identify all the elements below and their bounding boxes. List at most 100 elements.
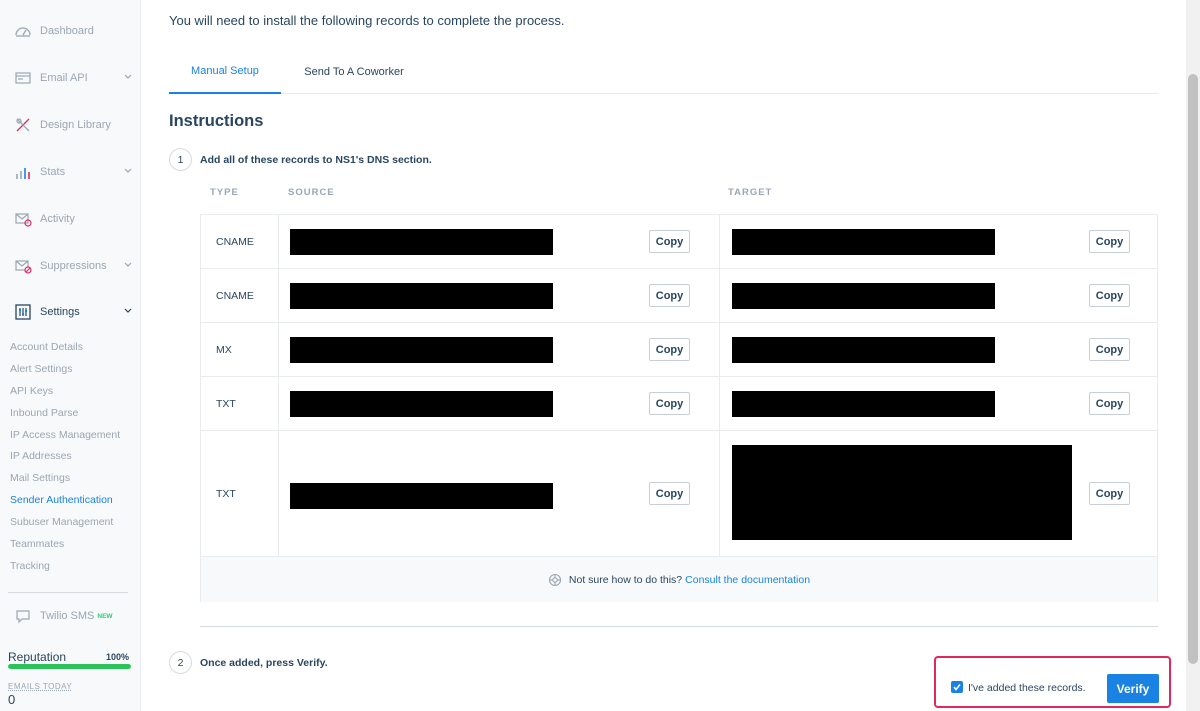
redacted-source	[290, 229, 553, 255]
redacted-source	[290, 483, 553, 509]
table-row: MX Copy Copy	[201, 323, 1157, 377]
sidebar: Dashboard Email API Design Library Stats…	[0, 0, 141, 711]
record-type: CNAME	[201, 215, 279, 268]
column-header-target: TARGET	[728, 187, 773, 198]
scrollbar-thumb[interactable]	[1188, 74, 1198, 664]
nav-label: Email API	[40, 72, 88, 84]
help-text: Not sure how to do this?	[568, 573, 683, 586]
copy-target-button[interactable]: Copy	[1089, 338, 1130, 361]
nav-dashboard[interactable]: Dashboard	[0, 16, 141, 46]
table-row: TXT Copy Copy	[201, 431, 1157, 557]
settings-item-subuser-management[interactable]: Subuser Management	[10, 516, 113, 528]
settings-item-tracking[interactable]: Tracking	[10, 560, 50, 572]
intro-text: You will need to install the following r…	[169, 13, 565, 28]
scrollbar[interactable]	[1186, 0, 1200, 711]
step-number: 2	[169, 651, 192, 674]
settings-item-ip-addresses[interactable]: IP Addresses	[10, 450, 72, 462]
chat-icon	[14, 607, 32, 625]
column-divider	[719, 269, 720, 322]
record-type: TXT	[201, 431, 279, 556]
dashboard-icon	[14, 22, 32, 40]
column-header-source: SOURCE	[288, 187, 335, 198]
settings-item-sender-authentication[interactable]: Sender Authentication	[10, 494, 113, 506]
column-divider	[719, 323, 720, 376]
emails-today-count: 0	[8, 692, 16, 707]
tab-manual-setup[interactable]: Manual Setup	[169, 50, 281, 94]
chevron-down-icon	[124, 262, 132, 267]
column-header-type: TYPE	[210, 187, 239, 198]
section-divider	[200, 626, 1158, 627]
settings-item-alert-settings[interactable]: Alert Settings	[10, 363, 72, 375]
email-api-icon	[14, 69, 32, 87]
design-library-icon	[14, 116, 32, 134]
table-row: CNAME Copy Copy	[201, 269, 1157, 323]
redacted-target	[732, 391, 995, 417]
stats-icon	[14, 163, 32, 181]
emails-today-label: EMAILS TODAY	[8, 682, 73, 691]
nav-settings[interactable]: Settings	[0, 297, 141, 327]
chevron-down-icon	[124, 308, 132, 313]
record-type: TXT	[201, 377, 279, 430]
chevron-down-icon	[124, 74, 132, 79]
confirm-checkbox-label[interactable]: I've added these records.	[968, 682, 1086, 694]
copy-target-button[interactable]: Copy	[1089, 230, 1130, 253]
copy-target-button[interactable]: Copy	[1089, 482, 1130, 505]
confirm-checkbox[interactable]	[951, 681, 963, 693]
table-row: CNAME Copy Copy	[201, 215, 1157, 269]
copy-source-button[interactable]: Copy	[649, 284, 690, 307]
copy-source-button[interactable]: Copy	[649, 338, 690, 361]
nav-label: Design Library	[40, 119, 111, 131]
settings-item-inbound-parse[interactable]: Inbound Parse	[10, 407, 78, 419]
chevron-down-icon	[124, 168, 132, 173]
reputation-label: Reputation	[8, 650, 67, 664]
nav-label: Activity	[40, 213, 75, 225]
nav-twilio-sms[interactable]: Twilio SMS NEW	[0, 601, 141, 631]
copy-source-button[interactable]: Copy	[649, 230, 690, 253]
reputation-bar-fill	[8, 664, 131, 669]
redacted-target	[732, 445, 1072, 540]
new-badge: NEW	[97, 612, 113, 620]
column-divider	[719, 215, 720, 268]
nav-activity[interactable]: Activity	[0, 204, 141, 234]
nav-label: Stats	[40, 166, 66, 178]
settings-item-mail-settings[interactable]: Mail Settings	[10, 472, 70, 484]
checkmark-icon	[953, 684, 961, 691]
reputation-percent: 100%	[106, 652, 130, 662]
redacted-source	[290, 391, 553, 417]
nav-stats[interactable]: Stats	[0, 157, 141, 187]
redacted-target	[732, 229, 995, 255]
settings-item-ip-access-management[interactable]: IP Access Management	[10, 429, 120, 441]
nav-label: Dashboard	[40, 25, 94, 37]
tab-bar: Manual Setup Send To A Coworker	[169, 50, 1158, 94]
redacted-source	[290, 283, 553, 309]
dns-records-table: CNAME Copy Copy CNAME Copy Copy MX Copy …	[200, 214, 1158, 602]
settings-item-account-details[interactable]: Account Details	[10, 341, 83, 353]
record-type: CNAME	[201, 269, 279, 322]
help-row: Not sure how to do this? Consult the doc…	[201, 557, 1157, 602]
column-divider	[719, 377, 720, 430]
step-text: Once added, press Verify.	[200, 657, 328, 669]
redacted-source	[290, 337, 553, 363]
nav-design-library[interactable]: Design Library	[0, 110, 141, 140]
nav-label: Settings	[40, 306, 80, 318]
record-type: MX	[201, 323, 279, 376]
step-number: 1	[169, 148, 192, 171]
settings-icon	[14, 303, 32, 321]
nav-suppressions[interactable]: Suppressions	[0, 251, 141, 281]
tab-send-to-coworker[interactable]: Send To A Coworker	[291, 50, 417, 94]
column-divider	[719, 431, 720, 556]
copy-source-button[interactable]: Copy	[649, 482, 690, 505]
nav-label: Twilio SMS	[40, 610, 95, 622]
copy-target-button[interactable]: Copy	[1089, 284, 1130, 307]
copy-target-button[interactable]: Copy	[1089, 392, 1130, 415]
nav-email-api[interactable]: Email API	[0, 63, 141, 93]
suppressions-icon	[14, 257, 32, 275]
settings-item-api-keys[interactable]: API Keys	[10, 385, 53, 397]
documentation-link[interactable]: Consult the documentation	[685, 574, 810, 586]
redacted-target	[732, 337, 995, 363]
step-text: Add all of these records to NS1's DNS se…	[200, 154, 432, 166]
settings-item-teammates[interactable]: Teammates	[10, 538, 64, 550]
verify-button[interactable]: Verify	[1107, 674, 1159, 703]
copy-source-button[interactable]: Copy	[649, 392, 690, 415]
nav-label: Suppressions	[40, 260, 107, 272]
